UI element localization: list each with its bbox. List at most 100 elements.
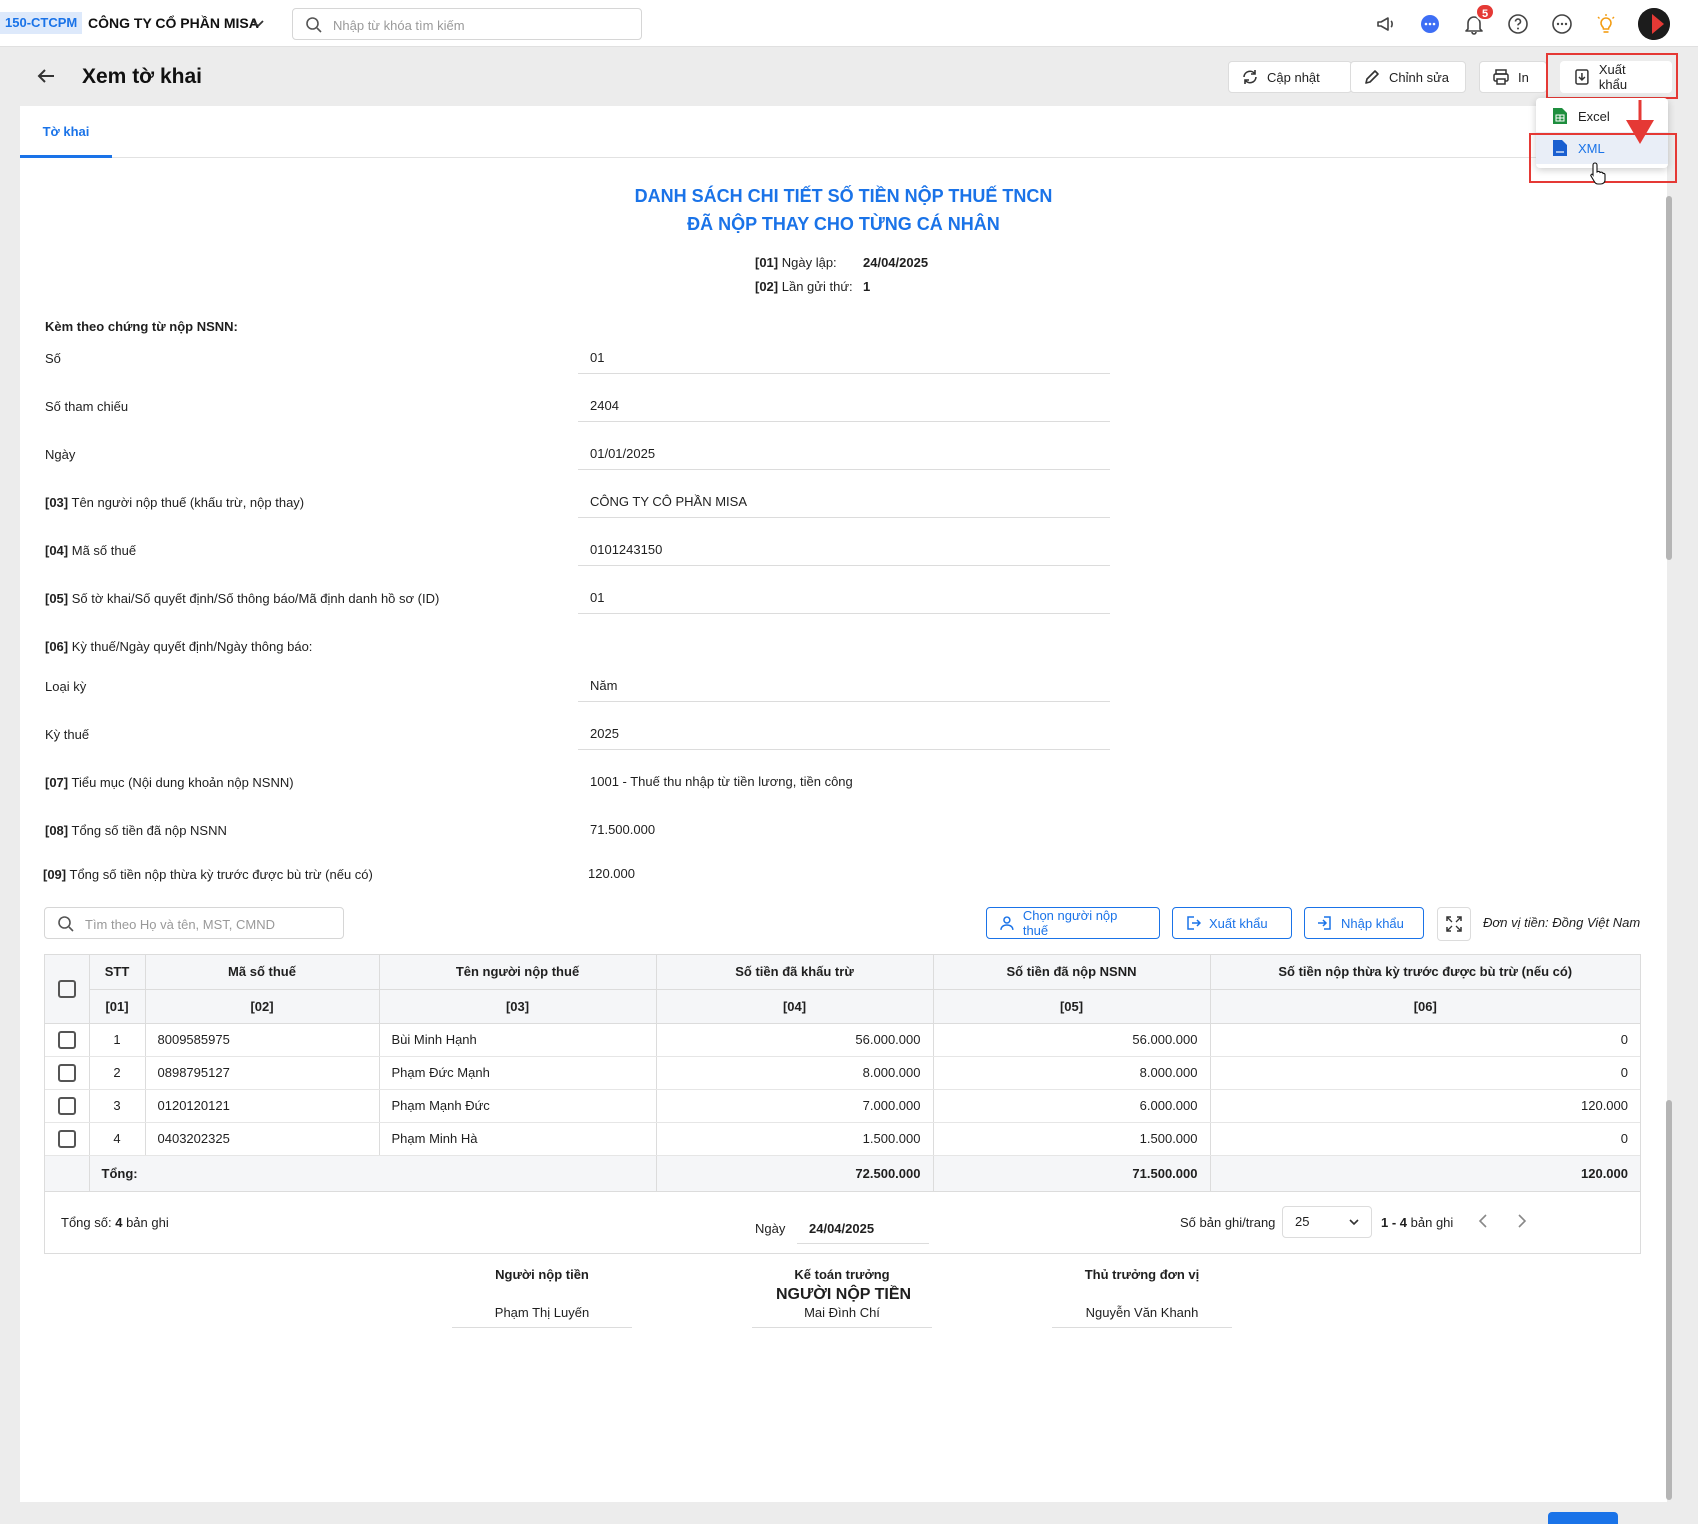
megaphone-icon[interactable]	[1374, 12, 1398, 36]
chevron-right-icon[interactable]	[1512, 1212, 1530, 1230]
table-export-label: Xuất khẩu	[1209, 915, 1268, 931]
row-select-cell	[45, 1122, 90, 1156]
accountant-role: Kế toán trưởng	[794, 1267, 890, 1282]
chevron-down-icon	[1349, 1219, 1359, 1226]
chevron-left-icon[interactable]	[1475, 1212, 1493, 1230]
table-row[interactable]: 4 0403202325 Phạm Minh Hà 1.500.000 1.50…	[45, 1122, 1640, 1156]
search-icon	[58, 916, 74, 932]
sub-item-label: [07] Tiểu mục (Nội dung khoản nộp NSNN)	[45, 775, 294, 790]
choose-taxpayer-label: Chọn người nộp thuế	[1022, 908, 1118, 938]
cell-paid: 1.500.000	[933, 1122, 1211, 1156]
table-export-button[interactable]: Xuất khẩu	[1172, 907, 1292, 939]
cell-offset: 0	[1210, 1122, 1640, 1156]
header-stt[interactable]: STT	[89, 955, 146, 990]
payer-role: Người nộp tiền	[495, 1267, 589, 1282]
total-paid-label: [08] Tổng số tiền đã nộp NSNN	[45, 823, 227, 838]
taxpayer-table: STT Mã số thuế Tên người nộp thuế Số tiề…	[44, 954, 1641, 1254]
avatar[interactable]	[1638, 8, 1670, 40]
print-button[interactable]: In	[1479, 61, 1547, 93]
date-label: Ngày	[45, 447, 76, 462]
row-checkbox[interactable]	[57, 1096, 76, 1115]
scrollbar-thumb[interactable]	[1666, 196, 1672, 560]
so-label: Số	[45, 351, 61, 366]
update-button[interactable]: Cập nhật	[1228, 61, 1352, 93]
tenant-code[interactable]: 150-CTCPM	[0, 12, 83, 34]
cell-tax-code: 8009585975	[145, 1023, 380, 1057]
global-search-input[interactable]	[333, 15, 633, 35]
page-title: Xem tờ khai	[82, 65, 202, 88]
fullscreen-button[interactable]	[1437, 907, 1471, 941]
import-label: Nhập khẩu	[1341, 915, 1404, 931]
table-row[interactable]: 2 0898795127 Phạm Đức Mạnh 8.000.000 8.0…	[45, 1056, 1640, 1090]
overpaid-offset-label: [09] Tổng số tiền nộp thừa kỳ trước được…	[43, 867, 373, 882]
chevron-down-icon[interactable]	[250, 15, 266, 31]
field-code: [02]	[755, 279, 779, 294]
back-arrow-icon[interactable]	[34, 64, 58, 88]
so-value: 01	[578, 342, 1110, 374]
cell-stt: 2	[89, 1056, 146, 1090]
scrollbar-thumb[interactable]	[1666, 1100, 1672, 1500]
company-name[interactable]: CÔNG TY CỔ PHẦN MISA	[88, 15, 259, 31]
refresh-icon	[1243, 70, 1257, 84]
taxpayer-search-input[interactable]	[85, 914, 335, 934]
cell-withheld: 56.000.000	[656, 1023, 934, 1057]
field-code: [01]	[755, 255, 779, 270]
tab-declaration[interactable]: Tờ khai	[20, 106, 112, 158]
sub-item-value: 1001 - Thuế thu nhập từ tiền lương, tiền…	[590, 774, 853, 789]
row-checkbox[interactable]	[57, 1063, 76, 1082]
field-code: [05]	[45, 591, 69, 606]
more-icon[interactable]	[1550, 12, 1574, 36]
row-checkbox[interactable]	[57, 1030, 76, 1049]
update-button-label: Cập nhật	[1267, 69, 1320, 85]
import-icon	[1318, 916, 1331, 930]
tax-code-label: [04] Mã số thuế	[45, 543, 136, 558]
header-paid[interactable]: Số tiền đã nộp NSNN	[933, 955, 1211, 990]
chat-icon[interactable]	[1418, 12, 1442, 36]
cell-stt: 1	[89, 1023, 146, 1057]
header-withheld[interactable]: Số tiền đã khấu trừ	[656, 955, 934, 990]
select-all-checkbox[interactable]	[57, 979, 76, 998]
choose-taxpayer-button[interactable]: Chọn người nộp thuế	[986, 907, 1160, 939]
header-code: [01]	[89, 989, 146, 1024]
total-offset: 120.000	[1210, 1155, 1640, 1192]
period-type-value: Năm	[578, 670, 1110, 702]
edit-button[interactable]: Chỉnh sửa	[1350, 61, 1466, 93]
table-row[interactable]: 3 0120120121 Phạm Mạnh Đức 7.000.000 6.0…	[45, 1089, 1640, 1123]
expand-icon	[1446, 916, 1462, 932]
created-date-value: 24/04/2025	[863, 255, 929, 270]
total-label: Tổng:	[89, 1155, 657, 1192]
lightbulb-icon[interactable]	[1594, 12, 1618, 36]
field-code: [06]	[45, 639, 69, 654]
header-offset[interactable]: Số tiền nộp thừa kỳ trước được bù trừ (n…	[1210, 955, 1640, 990]
header-taxpayer-name[interactable]: Tên người nộp thuế	[379, 955, 657, 990]
ref-label: Số tham chiếu	[45, 399, 129, 414]
scroll-to-top-button[interactable]	[1548, 1512, 1618, 1524]
global-search[interactable]	[292, 8, 642, 40]
print-button-label: In	[1518, 69, 1529, 85]
annotation-arrow-icon	[1626, 100, 1654, 144]
submission-count-row: [02] Lần gửi thứ: 1	[755, 279, 870, 294]
record-total: Tổng số: 4 bản ghi	[61, 1215, 169, 1230]
table-row[interactable]: 1 8009585975 Bùi Minh Hạnh 56.000.000 56…	[45, 1023, 1640, 1057]
tax-period-heading: [06] Kỳ thuế/Ngày quyết định/Ngày thông …	[45, 639, 312, 654]
tax-period-heading-text: Kỳ thuế/Ngày quyết định/Ngày thông báo:	[71, 639, 313, 654]
record-total-count: 4	[115, 1215, 123, 1230]
document-id-label: [05] Số tờ khai/Số quyết định/Số thông b…	[45, 591, 439, 606]
page-size-select[interactable]: 25	[1282, 1206, 1372, 1238]
row-checkbox[interactable]	[57, 1129, 76, 1148]
page-range-value: 1 - 4	[1381, 1215, 1408, 1230]
edit-button-label: Chỉnh sửa	[1389, 69, 1450, 85]
header-tax-code[interactable]: Mã số thuế	[145, 955, 380, 990]
taxpayer-search[interactable]	[44, 907, 344, 939]
head-role: Thủ trưởng đơn vị	[1084, 1267, 1200, 1282]
export-icon	[1187, 916, 1201, 930]
attached-label: Kèm theo chứng từ nộp NSNN:	[45, 319, 238, 334]
total-spacer	[45, 1155, 90, 1192]
printer-icon	[1493, 69, 1509, 85]
help-icon[interactable]	[1506, 12, 1530, 36]
import-button[interactable]: Nhập khẩu	[1304, 907, 1424, 939]
total-paid-text: Tổng số tiền đã nộp NSNN	[71, 823, 227, 838]
period-type-label: Loại kỳ	[45, 679, 87, 694]
header-code: [05]	[933, 989, 1211, 1024]
export-excel-label: Excel	[1578, 108, 1610, 124]
